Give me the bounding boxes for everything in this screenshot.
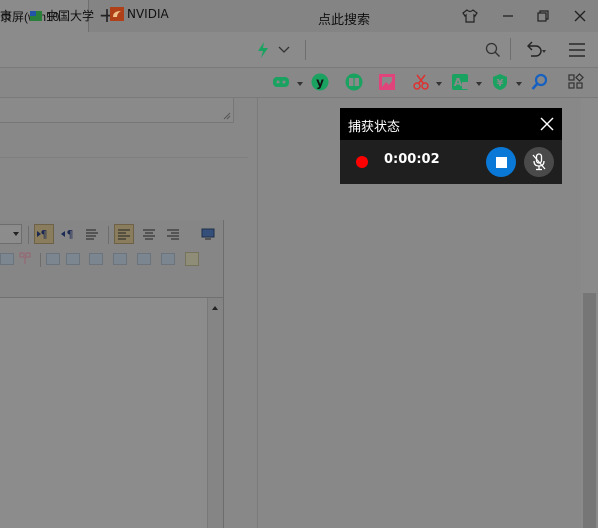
align-right-icon[interactable] — [163, 224, 183, 244]
bookmark-item[interactable]: 市 — [0, 7, 12, 24]
search-input[interactable]: 点此搜索 — [318, 9, 370, 28]
tshirt-icon[interactable] — [452, 0, 488, 32]
mic-off-icon — [532, 153, 546, 171]
translate-icon[interactable]: A — [451, 73, 469, 91]
nvidia-icon — [110, 7, 124, 21]
bookmark-label: NVIDIA — [127, 7, 169, 21]
page-scrollbar-thumb[interactable] — [583, 293, 596, 528]
gamepad-icon[interactable] — [272, 73, 290, 91]
recording-timer: 0:00:02 — [384, 152, 440, 167]
bookmark-label: 市 — [0, 9, 13, 23]
restore-icon[interactable] — [525, 0, 561, 32]
image-icon[interactable] — [378, 73, 396, 91]
stop-recording-button[interactable] — [486, 147, 516, 177]
address-divider-2 — [510, 38, 511, 60]
magnifier-icon[interactable] — [531, 73, 549, 91]
chevron-down-icon[interactable] — [297, 82, 303, 86]
toolbar-separator — [40, 253, 41, 267]
align-center-icon[interactable] — [139, 224, 159, 244]
close-icon[interactable] — [562, 0, 598, 32]
capture-status-title: 捕获状态 — [348, 120, 401, 135]
preview-icon[interactable] — [198, 224, 218, 244]
chevron-down-icon[interactable] — [516, 82, 522, 86]
chevron-down-icon[interactable] — [476, 82, 482, 86]
divider — [0, 157, 248, 158]
toolbar-separator — [108, 226, 109, 244]
bookmark-item[interactable]: NVIDIA — [110, 7, 169, 21]
scroll-up-icon[interactable] — [212, 306, 218, 310]
insert-column-right-icon[interactable] — [137, 253, 151, 265]
insert-row-below-icon[interactable] — [66, 253, 80, 265]
column-divider — [257, 98, 258, 528]
search-icon[interactable] — [485, 42, 501, 61]
list-icon[interactable] — [82, 224, 102, 244]
insert-row-icon[interactable] — [46, 253, 60, 265]
editor-scrollbar[interactable] — [207, 298, 223, 528]
split-cell-icon[interactable] — [18, 251, 32, 268]
v-circle-icon[interactable]: y — [311, 73, 329, 91]
clear-format-icon[interactable] — [185, 252, 199, 266]
chevron-down-icon — [13, 232, 19, 236]
editor-body[interactable] — [0, 298, 207, 528]
apps-icon[interactable] — [567, 73, 585, 91]
svg-text:¥: ¥ — [497, 78, 504, 89]
insert-column-icon[interactable] — [113, 253, 127, 265]
menu-icon[interactable] — [568, 42, 586, 61]
chevron-down-icon[interactable] — [436, 82, 442, 86]
undo-icon[interactable] — [525, 40, 547, 61]
yen-shield-icon[interactable]: ¥ — [491, 73, 509, 91]
delete-column-icon[interactable] — [161, 253, 175, 265]
book-icon[interactable] — [345, 73, 363, 91]
toolbar-separator — [28, 226, 29, 244]
minimize-icon[interactable] — [490, 0, 526, 32]
bookmark-item[interactable]: 中国大学 — [29, 7, 94, 24]
bookmark-label: 中国大学 — [46, 9, 95, 23]
close-icon[interactable] — [533, 110, 561, 138]
text-area[interactable] — [0, 98, 234, 123]
microphone-toggle-button[interactable] — [524, 147, 554, 177]
chevron-down-icon[interactable] — [278, 44, 290, 58]
address-bar — [0, 32, 598, 68]
font-size-select[interactable] — [0, 224, 22, 244]
ltr-paragraph-icon[interactable]: ¶ — [34, 224, 54, 244]
delete-row-icon[interactable] — [89, 253, 103, 265]
scissors-icon[interactable] — [412, 73, 430, 91]
align-left-icon[interactable] — [114, 224, 134, 244]
svg-text:¶: ¶ — [67, 228, 74, 240]
svg-text:¶: ¶ — [41, 228, 48, 240]
rtl-paragraph-icon[interactable]: ¶ — [58, 224, 78, 244]
svg-text:y: y — [316, 76, 324, 90]
table-tool-icon[interactable] — [0, 253, 14, 265]
recording-indicator-icon — [356, 156, 368, 168]
lightning-icon[interactable] — [256, 41, 270, 59]
svg-text:A: A — [454, 76, 463, 89]
stop-icon — [495, 156, 507, 168]
address-divider — [305, 40, 306, 60]
globe-flag-icon — [29, 9, 43, 23]
resize-grip-icon[interactable] — [223, 112, 231, 120]
